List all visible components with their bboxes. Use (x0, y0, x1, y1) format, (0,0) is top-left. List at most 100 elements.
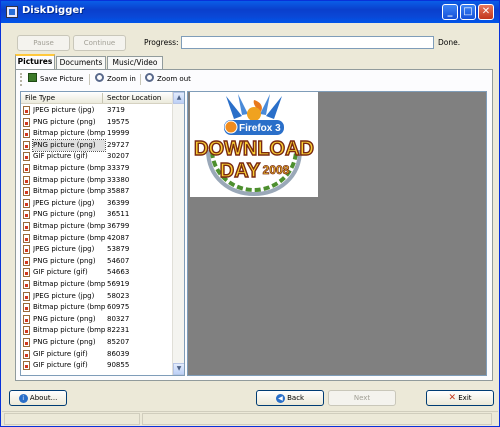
sector-location-cell: 54607 (107, 256, 130, 265)
sector-location-cell: 42087 (107, 233, 130, 242)
picture-file-icon (23, 117, 30, 127)
list-item[interactable]: JPEG picture (jpg) 3719 (21, 105, 172, 117)
list-item[interactable]: PNG picture (png) 29727 (21, 138, 172, 152)
file-type-cell: Bitmap picture (bmp) (33, 233, 105, 242)
zoom-in-icon (95, 73, 104, 82)
list-item[interactable]: GIF picture (gif) 30207 (21, 151, 172, 163)
file-type-cell: JPEG picture (jpg) (33, 198, 95, 207)
sector-location-cell: 36399 (107, 198, 130, 207)
sector-location-cell: 33380 (107, 175, 130, 184)
file-type-cell: PNG picture (png) (33, 338, 96, 346)
list-item[interactable]: Bitmap picture (bmp) 33380 (21, 175, 172, 187)
column-header-file-type[interactable]: File Type (25, 93, 55, 103)
bottom-button-bar: i About... ◀ Back Next ✕ Exit (5, 385, 495, 410)
list-item[interactable]: JPEG picture (jpg) 36399 (21, 198, 172, 210)
exit-button[interactable]: ✕ Exit (426, 390, 494, 406)
sector-location-cell: 3719 (107, 106, 125, 114)
logo-line-1: Firefox 3 (239, 123, 281, 134)
status-cell (142, 413, 492, 425)
sector-location-cell: 29727 (107, 140, 130, 149)
title-bar[interactable]: DiskDigger _ □ ✕ (1, 1, 499, 23)
next-button[interactable]: Next (328, 390, 396, 406)
column-header-sector-location[interactable]: Sector Location (102, 93, 161, 103)
list-item[interactable]: PNG picture (png) 54607 (21, 256, 172, 268)
list-item[interactable]: PNG picture (png) 80327 (21, 314, 172, 326)
list-item[interactable]: Bitmap picture (bmp) 33379 (21, 163, 172, 175)
file-type-cell: GIF picture (gif) (33, 349, 88, 358)
tab-music-video[interactable]: Music/Video (107, 56, 163, 69)
file-type-cell: Bitmap picture (bmp) (33, 175, 105, 184)
list-item[interactable]: Bitmap picture (bmp) 19999 (21, 128, 172, 140)
tab-pictures[interactable]: Pictures (15, 54, 55, 69)
list-item[interactable]: JPEG picture (jpg) 58023 (21, 291, 172, 303)
file-type-cell: Bitmap picture (bmp) (33, 280, 105, 288)
file-list[interactable]: File Type Sector Location JPEG picture (… (20, 91, 185, 376)
back-button[interactable]: ◀ Back (256, 390, 324, 406)
zoom-in-button[interactable]: Zoom in (95, 73, 136, 86)
file-type-cell: JPEG picture (jpg) (33, 245, 95, 254)
file-type-cell: GIF picture (gif) (33, 152, 88, 161)
back-arrow-icon: ◀ (275, 394, 285, 403)
file-type-cell: PNG picture (png) (33, 117, 96, 126)
pause-button[interactable]: Pause (17, 35, 70, 51)
save-picture-button[interactable]: Save Picture (28, 73, 83, 86)
list-item[interactable]: Bitmap picture (bmp) 56919 (21, 279, 172, 291)
file-type-cell: GIF picture (gif) (33, 361, 88, 370)
picture-file-icon (23, 198, 30, 208)
list-item[interactable]: GIF picture (gif) 90855 (21, 360, 172, 372)
toolbar-separator (89, 74, 90, 85)
file-type-cell: JPEG picture (jpg) (33, 106, 95, 114)
sector-location-cell: 80327 (107, 314, 130, 323)
sector-location-cell: 56919 (107, 280, 130, 288)
picture-file-icon (23, 222, 30, 231)
toolbar-separator (140, 74, 141, 85)
file-type-cell: JPEG picture (jpg) (33, 291, 95, 300)
picture-file-icon (23, 164, 30, 173)
vertical-scrollbar[interactable]: ▲ ▼ (172, 92, 184, 375)
picture-file-icon (23, 314, 30, 324)
logo-line-2: DOWNLOAD (194, 138, 314, 160)
sector-location-cell: 35887 (107, 187, 130, 196)
list-item[interactable]: PNG picture (png) 36511 (21, 209, 172, 221)
minimize-button[interactable]: _ (442, 4, 458, 20)
list-item[interactable]: Bitmap picture (bmp) 36799 (21, 221, 172, 233)
list-item[interactable]: JPEG picture (jpg) 53879 (21, 244, 172, 256)
logo-line-3: DAY (220, 160, 261, 182)
sector-location-cell: 33379 (107, 164, 130, 172)
maximize-button[interactable]: □ (460, 4, 476, 20)
scroll-down-arrow[interactable]: ▼ (173, 363, 184, 375)
sector-location-cell: 19999 (107, 129, 130, 138)
tab-documents[interactable]: Documents (56, 56, 106, 69)
exit-x-icon: ✕ (448, 393, 457, 403)
about-button[interactable]: i About... (9, 390, 67, 406)
sector-location-cell: 58023 (107, 291, 130, 300)
picture-file-icon (23, 233, 30, 243)
picture-file-icon (23, 256, 30, 266)
list-item[interactable]: Bitmap picture (bmp) 35887 (21, 186, 172, 198)
save-icon (28, 73, 37, 82)
close-button[interactable]: ✕ (478, 4, 494, 20)
status-cell (4, 413, 140, 425)
list-item[interactable]: Bitmap picture (bmp) 42087 (21, 233, 172, 245)
picture-file-icon (23, 152, 30, 162)
continue-button[interactable]: Continue (73, 35, 126, 51)
list-item[interactable]: Bitmap picture (bmp) 82231 (21, 325, 172, 337)
picture-file-icon (23, 210, 30, 220)
list-item[interactable]: PNG picture (png) 19575 (21, 117, 172, 129)
file-type-cell: Bitmap picture (bmp) (33, 303, 105, 312)
zoom-out-icon (145, 73, 154, 82)
sector-location-cell: 60975 (107, 303, 130, 312)
list-item[interactable]: PNG picture (png) 85207 (21, 337, 172, 349)
list-item[interactable]: GIF picture (gif) 54663 (21, 267, 172, 279)
sector-location-cell: 54663 (107, 268, 130, 277)
back-label: Back (287, 394, 305, 402)
list-header: File Type Sector Location (21, 92, 172, 104)
list-item[interactable]: GIF picture (gif) 86039 (21, 349, 172, 361)
zoom-out-button[interactable]: Zoom out (145, 73, 191, 86)
picture-file-icon (23, 280, 30, 289)
scroll-up-arrow[interactable]: ▲ (173, 92, 184, 104)
list-item[interactable]: Bitmap picture (bmp) 60975 (21, 302, 172, 314)
save-picture-label: Save Picture (40, 75, 84, 83)
picture-file-icon (23, 303, 30, 313)
firefox-3-download-day-logo: Firefox 3 DOWNLOAD DAY 2008 (193, 94, 315, 197)
